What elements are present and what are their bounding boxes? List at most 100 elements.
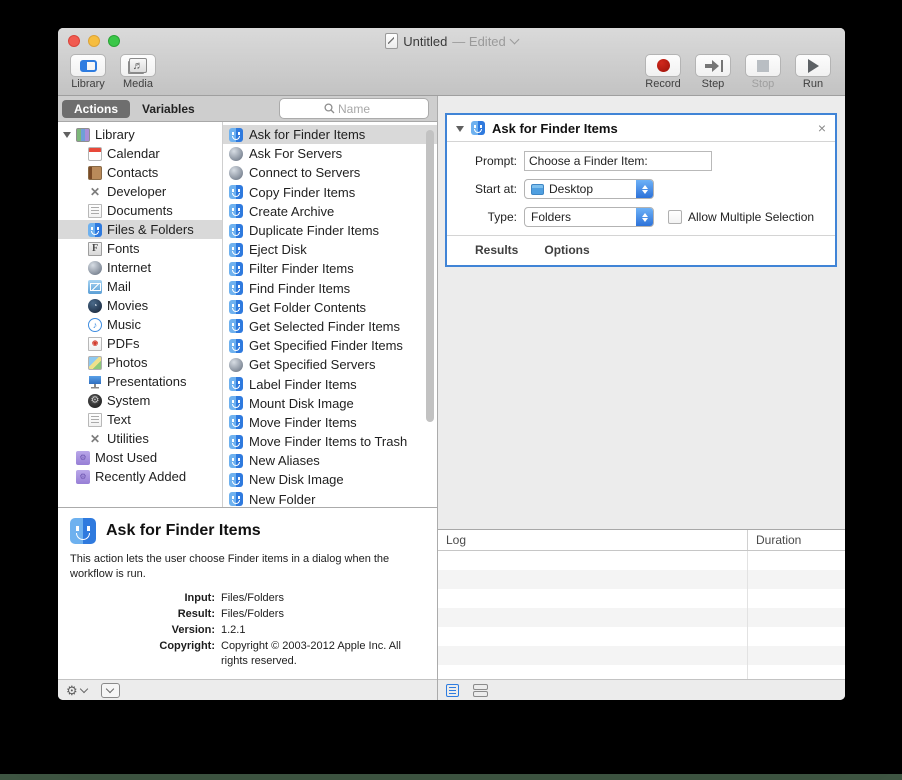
type-value: Folders: [531, 210, 572, 224]
search-input[interactable]: [338, 101, 384, 116]
action-item-connect-to-servers[interactable]: Connect to Servers: [223, 163, 437, 182]
search-field[interactable]: [279, 98, 429, 119]
action-item-ask-for-finder-items[interactable]: Ask for Finder Items: [223, 125, 437, 145]
minimize-window-button[interactable]: [88, 35, 100, 47]
tab-actions[interactable]: Actions: [62, 99, 131, 118]
action-item-get-folder-contents[interactable]: Get Folder Contents: [223, 298, 437, 317]
sidebar-item-text[interactable]: Text: [58, 410, 222, 429]
documents-icon: [88, 203, 102, 218]
document-icon: [385, 33, 399, 49]
disclosure-triangle-icon[interactable]: [456, 125, 464, 132]
sidebar-item-mail[interactable]: Mail: [58, 277, 222, 296]
detail-value: Files/Folders: [221, 591, 284, 604]
popup-chevrons-icon: [636, 180, 653, 198]
finder-icon: [229, 434, 243, 449]
music-icon: [88, 317, 102, 332]
action-item-new-aliases[interactable]: New Aliases: [223, 451, 437, 470]
finder-icon: [229, 453, 243, 468]
log-column-header[interactable]: Log: [438, 530, 748, 550]
action-card-header[interactable]: Ask for Finder Items ×: [447, 115, 835, 142]
zoom-window-button[interactable]: [108, 35, 120, 47]
sidebar-item-music[interactable]: Music: [58, 315, 222, 334]
action-description-panel: Ask for Finder Items This action lets th…: [58, 507, 437, 679]
folder-smart-icon: [76, 450, 90, 465]
stop-button[interactable]: [745, 54, 781, 77]
action-card-footer: Results Options: [447, 235, 835, 265]
sidebar-item-internet[interactable]: Internet: [58, 258, 222, 277]
sidebar-item-library[interactable]: Library: [58, 125, 222, 144]
record-button[interactable]: [645, 54, 681, 77]
finder-icon: [229, 319, 243, 334]
sidebar-item-calendar[interactable]: Calendar: [58, 144, 222, 163]
allow-multiple-selection-label: Allow Multiple Selection: [688, 210, 815, 224]
action-item-new-folder[interactable]: New Folder: [223, 490, 437, 507]
workflow-canvas: Ask for Finder Items × Prompt: Start at:: [438, 96, 845, 529]
action-item-label: Move Finder Items to Trash: [249, 434, 408, 450]
action-item-new-disk-image[interactable]: New Disk Image: [223, 470, 437, 489]
action-item-duplicate-finder-items[interactable]: Duplicate Finder Items: [223, 221, 437, 240]
tab-variables[interactable]: Variables: [130, 100, 207, 118]
media-button[interactable]: ♬: [120, 54, 156, 77]
action-item-eject-disk[interactable]: Eject Disk: [223, 240, 437, 259]
title-chevron-down-icon[interactable]: [509, 34, 520, 45]
log-cell: [438, 608, 748, 627]
action-item-get-specified-finder-items[interactable]: Get Specified Finder Items: [223, 336, 437, 355]
log-view-list-icon[interactable]: [446, 683, 459, 697]
sidebar-item-movies[interactable]: Movies: [58, 296, 222, 315]
system-icon: [88, 393, 102, 408]
results-button[interactable]: Results: [475, 243, 518, 257]
finder-icon: [229, 242, 243, 257]
sidebar-item-photos[interactable]: Photos: [58, 353, 222, 372]
sidebar-item-utilities[interactable]: Utilities: [58, 429, 222, 448]
action-item-get-specified-servers[interactable]: Get Specified Servers: [223, 355, 437, 374]
close-action-icon[interactable]: ×: [818, 121, 826, 135]
close-window-button[interactable]: [68, 35, 80, 47]
finder-icon: [229, 127, 243, 142]
description-header: Ask for Finder Items: [70, 518, 425, 544]
action-item-move-finder-items[interactable]: Move Finder Items: [223, 413, 437, 432]
titlebar[interactable]: Untitled — Edited: [58, 28, 845, 54]
action-item-create-archive[interactable]: Create Archive: [223, 202, 437, 221]
sidebar-item-documents[interactable]: Documents: [58, 201, 222, 220]
action-item-label-finder-items[interactable]: Label Finder Items: [223, 374, 437, 393]
library-button[interactable]: [70, 54, 106, 77]
text-icon: [88, 412, 102, 427]
start-at-popup[interactable]: Desktop: [524, 179, 654, 199]
action-item-get-selected-finder-items[interactable]: Get Selected Finder Items: [223, 317, 437, 336]
action-item-find-finder-items[interactable]: Find Finder Items: [223, 279, 437, 298]
toolbar: Library ♬ Media Record Step Stop Run: [58, 54, 845, 95]
action-item-filter-finder-items[interactable]: Filter Finder Items: [223, 259, 437, 278]
scrollbar-thumb[interactable]: [426, 130, 434, 422]
sidebar-item-presentations[interactable]: Presentations: [58, 372, 222, 391]
action-list-scrollbar[interactable]: [425, 124, 436, 505]
disclosure-triangle-icon[interactable]: [63, 132, 71, 138]
action-menu-button[interactable]: ⚙: [66, 684, 88, 697]
sidebar-item-pdfs[interactable]: PDFs: [58, 334, 222, 353]
step-button[interactable]: [695, 54, 731, 77]
panel-popdown-button[interactable]: [100, 682, 120, 698]
log-view-rows-icon[interactable]: [473, 683, 488, 697]
options-button[interactable]: Options: [544, 243, 589, 257]
sidebar-item-contacts[interactable]: Contacts: [58, 163, 222, 182]
sidebar-item-label: Photos: [107, 355, 148, 370]
prompt-input[interactable]: [524, 151, 712, 171]
sidebar-item-developer[interactable]: Developer: [58, 182, 222, 201]
duration-column-header[interactable]: Duration: [748, 533, 801, 547]
action-item-copy-finder-items[interactable]: Copy Finder Items: [223, 183, 437, 202]
sidebar-item-fonts[interactable]: Fonts: [58, 239, 222, 258]
finder-icon: [229, 300, 243, 315]
developer-icon: [88, 185, 102, 199]
allow-multiple-selection-checkbox[interactable]: [668, 210, 682, 224]
mail-icon: [88, 279, 102, 294]
sidebar-item-most-used[interactable]: Most Used: [58, 448, 222, 467]
sidebar-item-system[interactable]: System: [58, 391, 222, 410]
type-popup[interactable]: Folders: [524, 207, 654, 227]
run-button[interactable]: [795, 54, 831, 77]
action-item-move-finder-items-to-trash[interactable]: Move Finder Items to Trash: [223, 432, 437, 451]
window-title-group: Untitled — Edited: [385, 33, 520, 49]
action-item-ask-for-servers[interactable]: Ask For Servers: [223, 144, 437, 163]
action-item-mount-disk-image[interactable]: Mount Disk Image: [223, 394, 437, 413]
sidebar-item-recently-added[interactable]: Recently Added: [58, 467, 222, 486]
fonts-icon: [88, 241, 102, 256]
sidebar-item-files-folders[interactable]: Files & Folders: [58, 220, 222, 239]
